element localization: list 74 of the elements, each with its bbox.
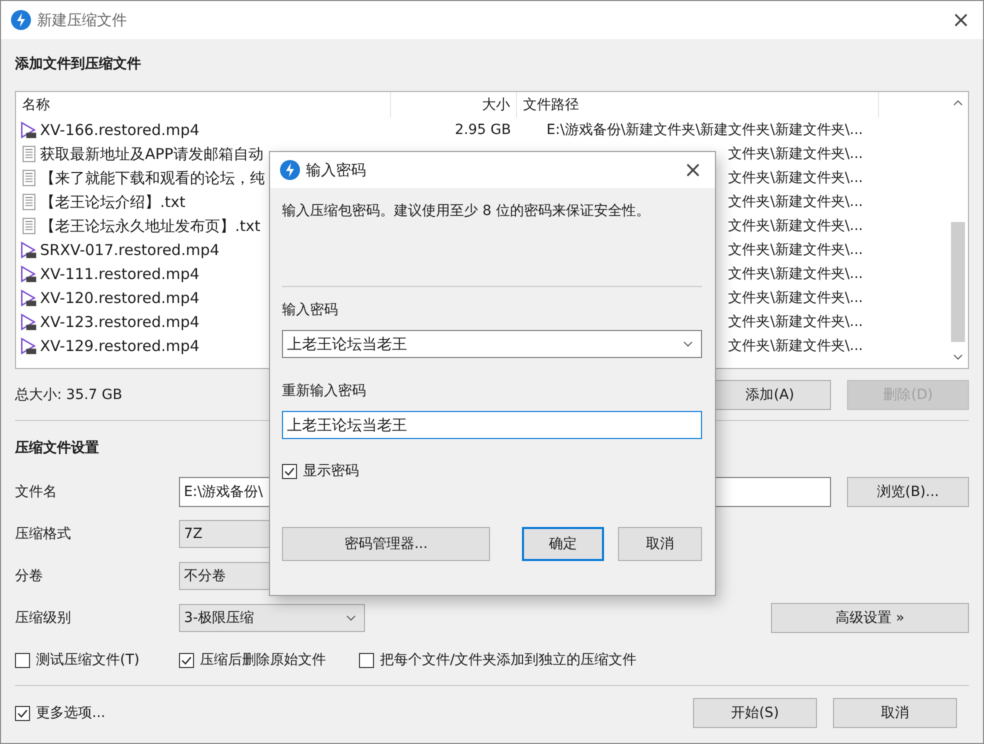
checkbox[interactable] bbox=[179, 652, 194, 668]
field-label: 压缩级别 bbox=[15, 609, 72, 627]
file-name: XV-123.restored.mp4 bbox=[40, 313, 200, 331]
file-path: 文件夹\新建文件夹\... bbox=[728, 314, 863, 330]
advanced-button[interactable]: 高级设置 » bbox=[771, 603, 969, 633]
checkbox-label: 更多选项... bbox=[36, 704, 106, 722]
checkbox-label: 测试压缩文件(T) bbox=[36, 651, 140, 669]
file-name: XV-111.restored.mp4 bbox=[40, 265, 200, 283]
password-field[interactable]: 上老王论坛当老王 bbox=[282, 330, 702, 358]
footer-button[interactable]: 取消 bbox=[833, 698, 957, 728]
confirm-password-field[interactable]: 上老王论坛当老王 bbox=[282, 411, 702, 439]
window-title: 新建压缩文件 bbox=[37, 10, 127, 30]
file-name: XV-129.restored.mp4 bbox=[40, 337, 200, 355]
file-name: 获取最新地址及APP请发邮箱自动 bbox=[40, 144, 264, 164]
field-label: 输入密码 bbox=[282, 301, 339, 320]
file-size: 2.95 GB bbox=[454, 122, 511, 138]
close-button[interactable]: × bbox=[939, 6, 983, 34]
text-file-icon bbox=[20, 193, 38, 211]
password-manager-button[interactable]: 密码管理器... bbox=[282, 527, 490, 561]
field-label: 文件名 bbox=[15, 483, 58, 501]
checkbox[interactable] bbox=[15, 652, 30, 668]
checkbox-label: 显示密码 bbox=[303, 462, 359, 480]
footer-button[interactable]: 开始(S) bbox=[693, 698, 817, 728]
browse-button[interactable]: 浏览(B)... bbox=[847, 477, 969, 507]
checkbox-label: 把每个文件/文件夹添加到独立的压缩文件 bbox=[380, 651, 637, 669]
column-header[interactable]: 名称 bbox=[16, 92, 391, 118]
checkbox-label: 压缩后删除原始文件 bbox=[200, 651, 326, 669]
file-name: 【老王论坛永久地址发布页】.txt bbox=[40, 216, 260, 236]
file-path: 文件夹\新建文件夹\... bbox=[728, 266, 863, 282]
file-name: XV-120.restored.mp4 bbox=[40, 289, 200, 307]
section-heading: 添加文件到压缩文件 bbox=[15, 55, 142, 74]
text-file-icon bbox=[20, 145, 38, 163]
file-path: E:\游戏备份\新建文件夹\新建文件夹\新建文件夹\... bbox=[546, 122, 863, 138]
dialog-button[interactable]: 确定 bbox=[522, 527, 604, 561]
text-file-icon bbox=[20, 169, 38, 187]
video-file-icon bbox=[20, 337, 38, 355]
checkbox[interactable] bbox=[15, 706, 30, 720]
checkbox[interactable] bbox=[359, 652, 374, 668]
file-path: 文件夹\新建文件夹\... bbox=[728, 290, 863, 306]
video-file-icon bbox=[20, 313, 38, 331]
field-label: 压缩格式 bbox=[15, 525, 72, 543]
section-heading: 压缩文件设置 bbox=[15, 439, 100, 458]
file-name: 【老王论坛介绍】.txt bbox=[40, 192, 186, 212]
lightning-icon bbox=[280, 160, 300, 180]
column-header[interactable]: 文件路径 bbox=[517, 92, 879, 118]
caret-icon bbox=[683, 341, 693, 347]
dialog-button[interactable]: 取消 bbox=[618, 527, 702, 561]
field-label: 分卷 bbox=[15, 567, 44, 585]
file-path: 文件夹\新建文件夹\... bbox=[728, 170, 863, 186]
video-file-icon bbox=[20, 121, 38, 139]
field-label: 重新输入密码 bbox=[282, 382, 367, 401]
dialog-description: 输入压缩包密码。建议使用至少 8 位的密码来保证安全性。 bbox=[282, 202, 651, 221]
file-path: 文件夹\新建文件夹\... bbox=[728, 146, 863, 162]
scroll-down-icon[interactable] bbox=[953, 354, 963, 360]
lightning-icon bbox=[11, 10, 31, 30]
checkbox[interactable] bbox=[282, 464, 297, 478]
level-select[interactable]: 3-极限压缩 bbox=[179, 604, 365, 632]
file-path: 文件夹\新建文件夹\... bbox=[728, 338, 863, 354]
file-name: SRXV-017.restored.mp4 bbox=[40, 241, 220, 259]
column-header[interactable]: 大小 bbox=[391, 92, 517, 118]
file-name: XV-166.restored.mp4 bbox=[40, 121, 200, 139]
file-path: 文件夹\新建文件夹\... bbox=[728, 194, 863, 210]
video-file-icon bbox=[20, 265, 38, 283]
dialog-title: 输入密码 bbox=[306, 160, 366, 180]
caret-icon bbox=[346, 615, 356, 621]
close-button[interactable]: × bbox=[671, 156, 715, 184]
text-file-icon bbox=[20, 217, 38, 235]
scroll-up-icon[interactable] bbox=[953, 100, 963, 106]
file-path: 文件夹\新建文件夹\... bbox=[728, 242, 863, 258]
total-size: 总大小: 35.7 GB bbox=[15, 386, 122, 404]
video-file-icon bbox=[20, 289, 38, 307]
file-name: 【来了就能下载和观看的论坛，纯 bbox=[40, 168, 265, 188]
file-path: 文件夹\新建文件夹\... bbox=[728, 218, 863, 234]
video-file-icon bbox=[20, 241, 38, 259]
